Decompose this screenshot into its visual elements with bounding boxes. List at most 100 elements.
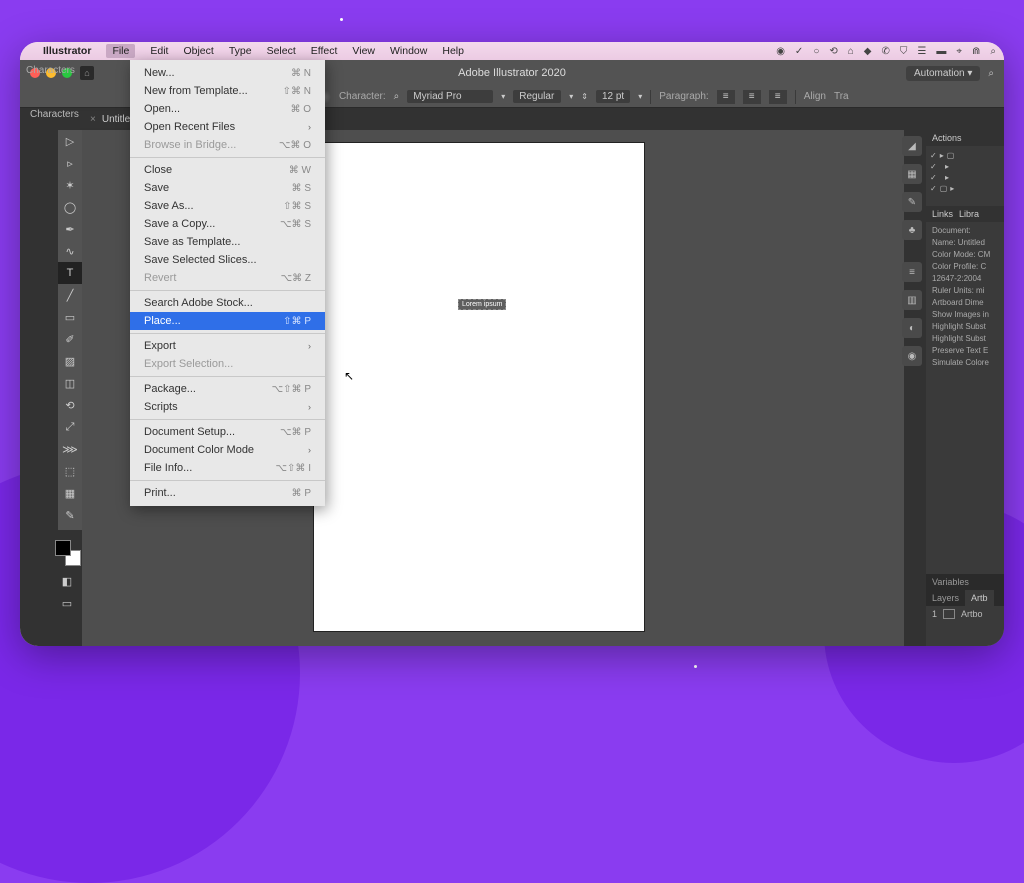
file-menu-item[interactable]: New from Template...⇧⌘ N xyxy=(130,82,325,100)
file-menu-item[interactable]: Document Color Mode› xyxy=(130,441,325,459)
tray-icon[interactable]: ☰ xyxy=(917,46,926,57)
action-row[interactable]: ✓ ▸ xyxy=(930,161,1000,172)
swatches-panel-icon[interactable]: ▦ xyxy=(902,164,922,184)
free-transform-tool[interactable]: ⬚ xyxy=(58,460,82,482)
appearance-panel-icon[interactable]: ◉ xyxy=(902,346,922,366)
tray-icon[interactable]: ◆ xyxy=(864,46,872,57)
scale-tool[interactable]: ⤢ xyxy=(58,416,82,438)
type-tool[interactable]: T xyxy=(58,262,82,284)
align-center-button[interactable]: ≡ xyxy=(743,90,761,104)
menu-view[interactable]: View xyxy=(352,45,375,57)
search-app-icon[interactable]: ⌕ xyxy=(988,68,994,79)
close-tab-icon[interactable]: × xyxy=(90,114,96,125)
file-menu-item[interactable]: Save As...⇧⌘ S xyxy=(130,197,325,215)
tray-icon[interactable]: ◉ xyxy=(776,46,785,57)
variables-tab[interactable]: Variables xyxy=(926,574,975,590)
rotate-tool[interactable]: ⟲ xyxy=(58,394,82,416)
file-menu-item[interactable]: Close⌘ W xyxy=(130,161,325,179)
menu-window[interactable]: Window xyxy=(390,45,427,57)
align-label[interactable]: Align xyxy=(804,91,826,102)
file-menu-item[interactable]: Search Adobe Stock... xyxy=(130,294,325,312)
gradient-tool[interactable]: ▦ xyxy=(58,482,82,504)
transform-label[interactable]: Tra xyxy=(834,91,849,102)
align-left-button[interactable]: ≡ xyxy=(717,90,735,104)
artboard[interactable]: Lorem ipsum xyxy=(314,143,644,631)
file-menu-item[interactable]: Scripts› xyxy=(130,398,325,416)
file-menu-item[interactable]: Print...⌘ P xyxy=(130,484,325,502)
menu-effect[interactable]: Effect xyxy=(311,45,338,57)
file-menu-item[interactable]: Save⌘ S xyxy=(130,179,325,197)
file-menu-item[interactable]: Save as Template... xyxy=(130,233,325,251)
tray-icon[interactable]: ⟲ xyxy=(829,46,837,57)
tray-icon[interactable]: ⌂ xyxy=(848,46,854,57)
flag-icon[interactable]: ▬ xyxy=(936,46,946,57)
magic-wand-tool[interactable]: ✶ xyxy=(58,174,82,196)
artboards-tab[interactable]: Artb xyxy=(965,590,994,606)
file-menu-item[interactable]: Document Setup...⌥⌘ P xyxy=(130,423,325,441)
file-menu-item[interactable]: File Info...⌥⇧⌘ I xyxy=(130,459,325,477)
menu-select[interactable]: Select xyxy=(267,45,296,57)
libraries-tab[interactable]: Libra xyxy=(959,209,979,219)
paintbrush-tool[interactable]: ✐ xyxy=(58,328,82,350)
font-search-icon[interactable]: ⌕ xyxy=(394,91,400,102)
pen-tool[interactable]: ✒ xyxy=(58,218,82,240)
file-menu-item[interactable]: Save a Copy...⌥⌘ S xyxy=(130,215,325,233)
font-size-input[interactable]: 12 pt xyxy=(596,90,630,103)
action-row[interactable]: ✓ ▸ xyxy=(930,172,1000,183)
tray-icon[interactable]: ⛉ xyxy=(900,46,908,57)
font-family-select[interactable]: Myriad Pro xyxy=(407,90,493,103)
tray-icon[interactable]: ✆ xyxy=(882,46,890,57)
menu-help[interactable]: Help xyxy=(442,45,464,57)
file-menu-item[interactable]: Save Selected Slices... xyxy=(130,251,325,269)
line-tool[interactable]: ╱ xyxy=(58,284,82,306)
transparency-panel-icon[interactable]: ◐ xyxy=(902,318,922,338)
file-menu-item[interactable]: Export› xyxy=(130,337,325,355)
doc-info-line: Simulate Colore xyxy=(932,357,998,369)
actions-panel-header[interactable]: Actions xyxy=(926,130,1004,146)
font-style-select[interactable]: Regular xyxy=(513,90,561,103)
fill-color-well[interactable] xyxy=(55,540,71,556)
text-frame[interactable]: Lorem ipsum xyxy=(458,299,506,310)
lasso-tool[interactable]: ◯ xyxy=(58,196,82,218)
tray-icon[interactable]: ○ xyxy=(813,46,819,57)
symbols-panel-icon[interactable]: ♣ xyxy=(902,220,922,240)
stroke-panel-icon[interactable]: ≡ xyxy=(902,262,922,282)
wifi-icon[interactable]: ⋒ xyxy=(972,46,980,57)
menu-type[interactable]: Type xyxy=(229,45,252,57)
actions-panel-body: ✓▸▢ ✓ ▸ ✓ ▸ ✓▢▸ xyxy=(926,146,1004,198)
workspace-switcher[interactable]: Automation ▾ xyxy=(906,66,980,81)
file-menu-item[interactable]: Package...⌥⇧⌘ P xyxy=(130,380,325,398)
menu-file[interactable]: File xyxy=(106,44,135,58)
eyedropper-tool[interactable]: ✎ xyxy=(58,504,82,526)
search-icon[interactable]: ⌕ xyxy=(990,46,996,57)
action-row[interactable]: ✓▢▸ xyxy=(930,183,1000,194)
align-right-button[interactable]: ≡ xyxy=(769,90,787,104)
file-menu-item[interactable]: Open Recent Files› xyxy=(130,118,325,136)
screen-mode-icon[interactable]: ▭ xyxy=(55,592,79,614)
rectangle-tool[interactable]: ▭ xyxy=(58,306,82,328)
menu-object[interactable]: Object xyxy=(183,45,213,57)
bluetooth-icon[interactable]: ⌖ xyxy=(956,46,962,57)
shaper-tool[interactable]: ▨ xyxy=(58,350,82,372)
color-wells[interactable] xyxy=(55,540,81,566)
home-icon[interactable]: ⌂ xyxy=(80,66,94,80)
eraser-tool[interactable]: ◫ xyxy=(58,372,82,394)
selection-tool[interactable]: ▷ xyxy=(58,130,82,152)
links-tab[interactable]: Links xyxy=(932,209,953,219)
direct-selection-tool[interactable]: ▹ xyxy=(58,152,82,174)
tray-icon[interactable]: ✓ xyxy=(795,46,803,57)
color-panel-icon[interactable]: ◢ xyxy=(902,136,922,156)
file-menu-item[interactable]: New...⌘ N xyxy=(130,64,325,82)
action-row[interactable]: ✓▸▢ xyxy=(930,150,1000,161)
menu-edit[interactable]: Edit xyxy=(150,45,168,57)
artboard-list-row[interactable]: 1 Artbo xyxy=(926,606,1004,622)
layers-tab[interactable]: Layers xyxy=(926,590,965,606)
curvature-tool[interactable]: ∿ xyxy=(58,240,82,262)
gradient-panel-icon[interactable]: ▥ xyxy=(902,290,922,310)
file-menu-item[interactable]: Open...⌘ O xyxy=(130,100,325,118)
app-menu[interactable]: Illustrator xyxy=(43,45,91,57)
width-tool[interactable]: ⋙ xyxy=(58,438,82,460)
drawing-mode-icon[interactable]: ◧ xyxy=(55,570,79,592)
file-menu-item[interactable]: Place...⇧⌘ P xyxy=(130,312,325,330)
brushes-panel-icon[interactable]: ✎ xyxy=(902,192,922,212)
